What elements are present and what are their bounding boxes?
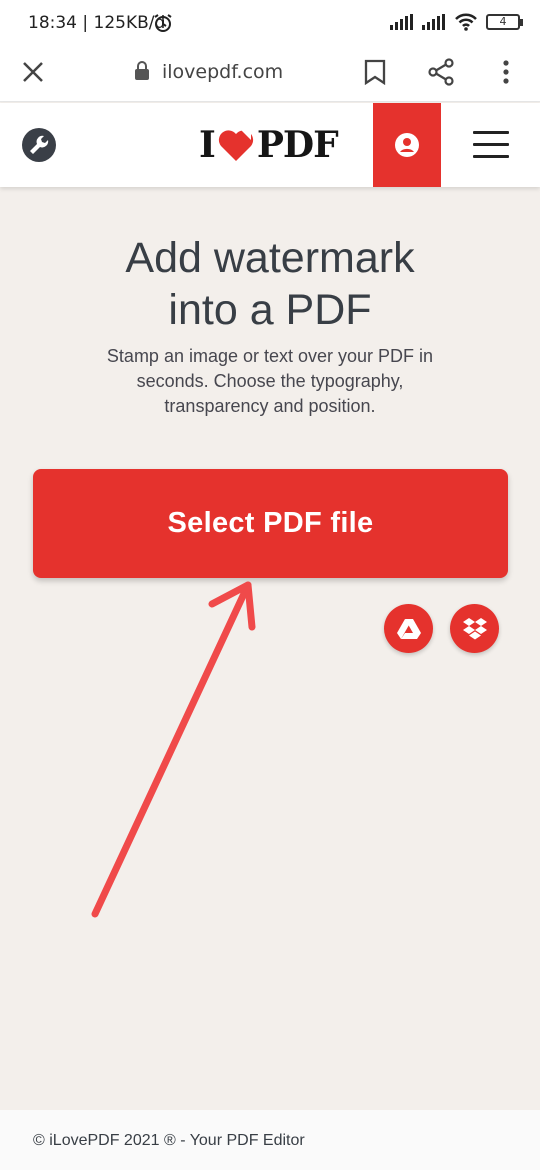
page-title: Add watermark into a PDF — [0, 232, 540, 336]
page-subtitle: Stamp an image or text over your PDF in … — [70, 344, 470, 419]
signal-icon-2 — [422, 14, 445, 30]
title-line-2: into a PDF — [168, 286, 372, 334]
status-time: 18:34 | 125KB/d — [28, 13, 166, 33]
account-button[interactable] — [373, 103, 441, 187]
battery-icon: 4 — [486, 14, 523, 30]
user-icon — [395, 133, 419, 157]
select-pdf-button[interactable]: Select PDF file — [33, 469, 508, 578]
share-icon[interactable] — [427, 58, 455, 86]
dropbox-button[interactable] — [450, 604, 499, 653]
close-icon[interactable] — [22, 61, 44, 83]
dropbox-icon — [462, 617, 487, 639]
bookmark-icon[interactable] — [364, 59, 386, 85]
wrench-icon — [30, 135, 49, 154]
google-drive-icon — [396, 618, 421, 639]
heart-icon — [218, 130, 253, 161]
more-vert-icon[interactable] — [502, 59, 510, 85]
lock-icon — [135, 61, 149, 80]
browser-bar: ilovepdf.com — [0, 44, 540, 102]
google-drive-button[interactable] — [384, 604, 433, 653]
footer-text: © iLovePDF 2021 ® - Your PDF Editor — [33, 1132, 305, 1149]
logo-text-i: I — [199, 124, 216, 166]
wifi-icon — [455, 13, 477, 31]
site-header: I PDF — [0, 103, 540, 187]
url-text[interactable]: ilovepdf.com — [162, 61, 283, 83]
logo-text-pdf: PDF — [256, 124, 339, 166]
footer: © iLovePDF 2021 ® - Your PDF Editor — [0, 1110, 540, 1170]
status-bar: 18:34 | 125KB/d 4 — [0, 0, 540, 44]
subtitle-line-1: Stamp an image or text over your PDF in — [106, 346, 434, 366]
alarm-icon — [154, 14, 172, 32]
signal-icon — [390, 14, 413, 30]
subtitle-line-3: transparency and position. — [164, 396, 376, 416]
ilovepdf-logo[interactable]: I PDF — [199, 124, 339, 166]
menu-icon[interactable] — [473, 131, 509, 158]
subtitle-line-2: seconds. Choose the typography, — [136, 371, 404, 391]
tools-button[interactable] — [22, 128, 56, 162]
title-line-1: Add watermark — [125, 234, 415, 282]
